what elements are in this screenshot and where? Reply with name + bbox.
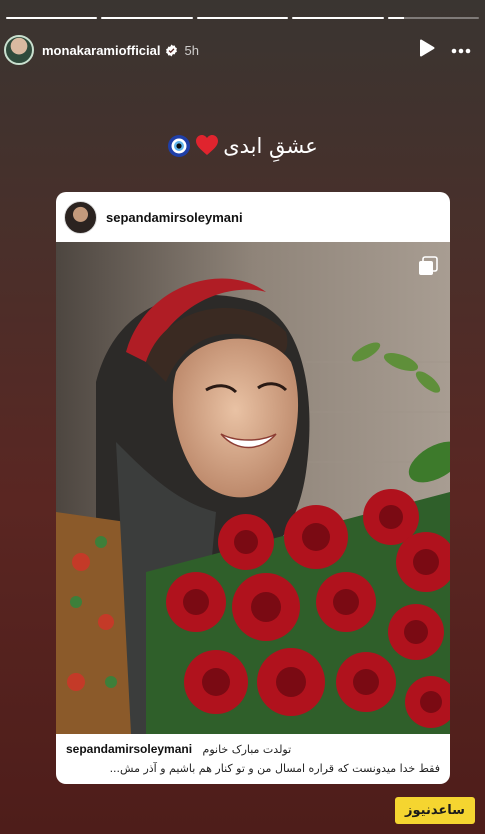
red-heart-icon [195,134,219,158]
shared-post-username[interactable]: sepandamirsoleymani [106,210,243,225]
story-caption: عشقِ ابدی [0,134,485,158]
more-icon [451,41,471,59]
shared-post-caption: sepandamirsoleymani تولدت مبارک خانوم فق… [56,734,450,784]
watermark-text: ساعدنیوز [405,803,465,818]
story-timestamp: 5h [184,42,199,58]
progress-segment [387,17,480,19]
progress-segment [101,17,193,19]
story-header: monakaramiofficial 5h [0,32,485,68]
caption-username[interactable]: sepandamirsoleymani [66,742,192,756]
evil-eye-icon [167,134,191,158]
play-button[interactable] [413,36,441,64]
play-icon [419,39,435,62]
shared-post-header: sepandamirsoleymani [56,192,450,242]
caption-text: عشقِ ابدی [223,134,318,158]
watermark-logo: ساعدنیوز [395,797,475,824]
story-username[interactable]: monakaramiofficial [42,43,161,58]
progress-segment [6,17,98,19]
shared-post-avatar[interactable] [64,200,97,234]
caption-line-1: تولدت مبارک خانوم [202,743,292,756]
verified-badge-icon [165,44,178,57]
story-progress-bar [6,17,480,19]
multiple-photos-icon [418,256,438,276]
shared-post-photo[interactable] [56,242,450,734]
more-options-button[interactable] [447,36,475,64]
shared-post-card[interactable]: sepandamirsoleymani sepandamirsoleymani … [56,192,450,784]
avatar[interactable] [4,35,34,65]
caption-line-2: فقط خدا میدونست که قراره امسال من و تو ک… [109,762,440,775]
progress-segment [292,17,384,19]
progress-segment [196,17,289,19]
